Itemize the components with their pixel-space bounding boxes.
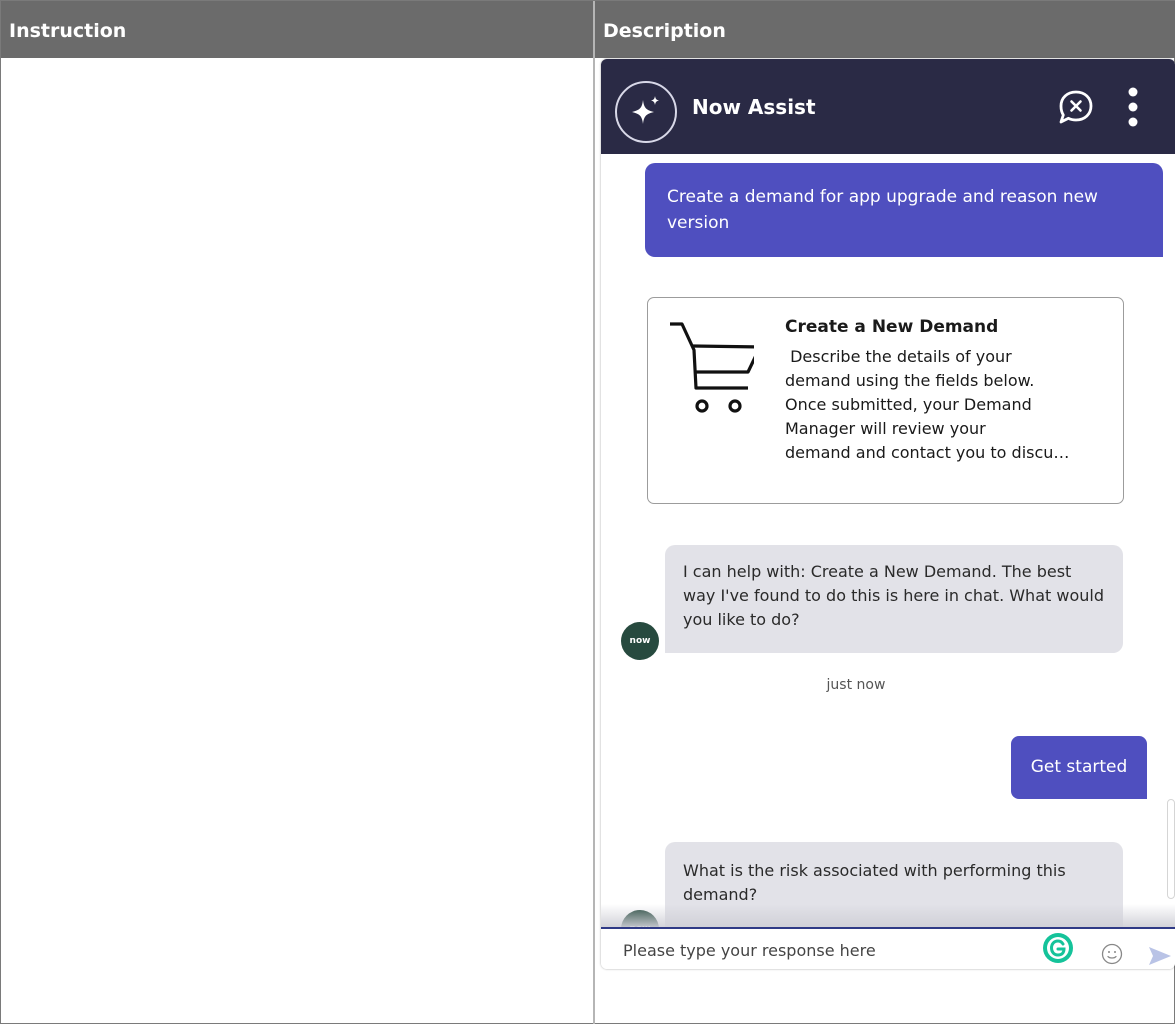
grammarly-icon[interactable]	[1041, 931, 1075, 965]
sparkle-logo-icon	[615, 81, 677, 143]
card-title: Create a New Demand	[785, 317, 999, 337]
column-header-instruction: Instruction	[1, 1, 593, 58]
send-icon[interactable]	[1147, 945, 1173, 967]
card-description-line: demand using the fields below.	[785, 371, 1035, 390]
bot-avatar: now	[621, 622, 659, 660]
shopping-cart-icon	[668, 320, 762, 416]
emoji-icon[interactable]	[1101, 943, 1123, 965]
card-description-line: Once submitted, your Demand	[785, 395, 1032, 414]
card-description-line: demand and contact you to discu…	[785, 443, 1070, 462]
card-description-line: Describe the details of your	[785, 347, 1012, 366]
chat-input-bar	[601, 927, 1175, 969]
chat-header: Now Assist	[601, 59, 1175, 154]
message-timestamp: just now	[826, 677, 886, 693]
user-message: Create a demand for app upgrade and reas…	[645, 163, 1163, 257]
chat-response-input[interactable]	[623, 935, 1043, 965]
card-description: Describe the details of your demand usin…	[785, 345, 1107, 465]
bot-message: I can help with: Create a New Demand. Th…	[665, 545, 1123, 653]
chat-title: Now Assist	[692, 95, 816, 119]
more-options-icon[interactable]	[1123, 85, 1143, 131]
card-description-line: Manager will review your	[785, 419, 986, 438]
column-header-description: Description	[595, 1, 1175, 58]
end-chat-icon[interactable]	[1056, 87, 1096, 127]
demand-card[interactable]: Create a New Demand Describe the details…	[647, 297, 1124, 504]
scroll-fade	[601, 904, 1175, 929]
now-assist-chat-window: Now Assist Create a demand for app upgra…	[601, 59, 1175, 969]
chat-scrollbar[interactable]	[1167, 799, 1175, 899]
column-divider	[593, 1, 595, 1024]
user-message: Get started	[1011, 736, 1147, 799]
